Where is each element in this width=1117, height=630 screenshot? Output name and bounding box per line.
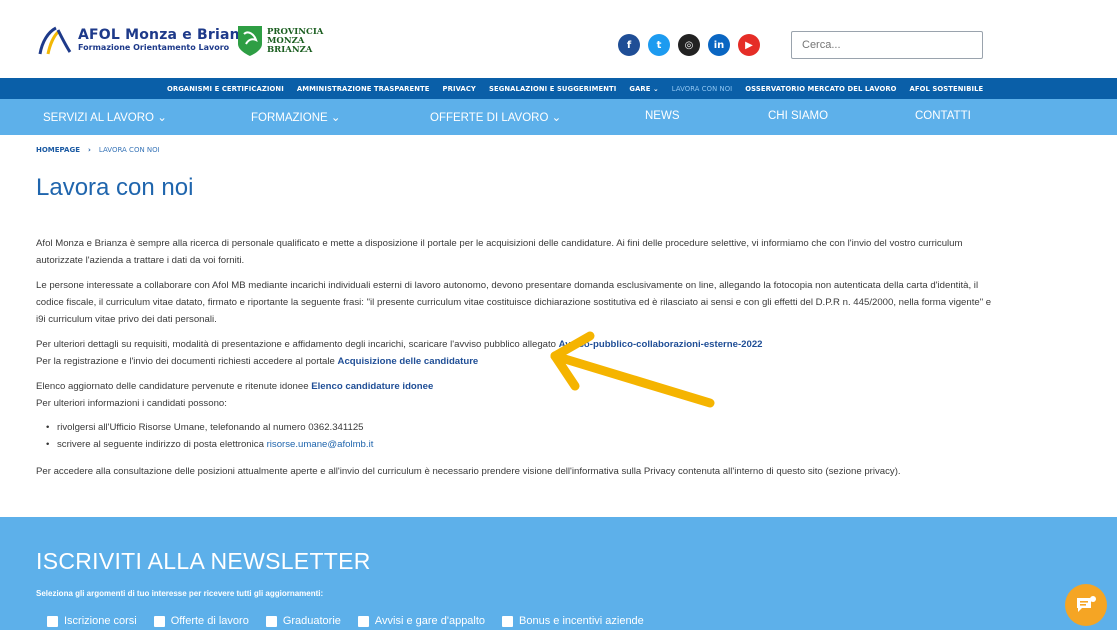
province-shield-icon xyxy=(238,26,262,56)
youtube-icon[interactable]: ▶ xyxy=(738,34,760,56)
chevron-down-icon: ⌄ xyxy=(330,112,341,124)
twitter-icon[interactable]: t xyxy=(648,34,670,56)
newsletter-option[interactable]: Graduatorie xyxy=(265,615,341,627)
province-logo-line3: BRIANZA xyxy=(267,44,313,55)
checkbox[interactable] xyxy=(357,615,369,627)
logo-title: AFOL Monza e Brianza xyxy=(78,27,258,43)
chat-button[interactable] xyxy=(1065,584,1107,626)
avviso-text: Per ulteriori dettagli su requisiti, mod… xyxy=(36,339,559,350)
privacy-paragraph: Per accedere alla consultazione delle po… xyxy=(36,466,901,477)
instagram-glyph: ◎ xyxy=(684,39,694,51)
list-item: rivolgersi all'Ufficio Risorse Umane, te… xyxy=(46,419,996,436)
breadcrumb-separator-icon: › xyxy=(88,146,91,154)
option-label: Bonus e incentivi aziende xyxy=(519,615,644,627)
links-paragraph: Per ulteriori dettagli su requisiti, mod… xyxy=(36,336,996,370)
contact-list: rivolgersi all'Ufficio Risorse Umane, te… xyxy=(46,419,996,453)
checkbox[interactable] xyxy=(265,615,277,627)
youtube-glyph: ▶ xyxy=(745,39,753,51)
main-nav: SERVIZI AL LAVORO ⌄ FORMAZIONE ⌄ OFFERTE… xyxy=(0,99,1117,135)
topnav-osservatorio[interactable]: OSSERVATORIO MERCATO DEL LAVORO xyxy=(745,85,896,93)
breadcrumb: HOMEPAGE › LAVORA CON NOI xyxy=(36,146,160,154)
elenco-paragraph: Elenco aggiornato delle candidature perv… xyxy=(36,378,996,412)
facebook-glyph: f xyxy=(626,39,632,51)
province-logo[interactable]: PROVINCIA MONZA BRIANZA xyxy=(236,24,323,58)
newsletter-section: ISCRIVITI ALLA NEWSLETTER Seleziona gli … xyxy=(0,517,1117,630)
chevron-down-icon: ⌄ xyxy=(652,84,659,93)
main-content: Afol Monza e Brianza è sempre alla ricer… xyxy=(36,235,996,488)
mainnav-servizi[interactable]: SERVIZI AL LAVORO ⌄ xyxy=(43,110,167,124)
breadcrumb-home[interactable]: HOMEPAGE xyxy=(36,146,80,154)
social-links: f t ◎ in ▶ xyxy=(618,34,760,56)
mainnav-offerte[interactable]: OFFERTE DI LAVORO ⌄ xyxy=(430,110,561,124)
elenco-text: Elenco aggiornato delle candidature perv… xyxy=(36,381,312,392)
mainnav-formazione[interactable]: FORMAZIONE ⌄ xyxy=(251,110,341,124)
topnav-amministrazione[interactable]: AMMINISTRAZIONE TRASPARENTE xyxy=(297,85,430,93)
acquisizione-candidature-link[interactable]: Acquisizione delle candidature xyxy=(338,356,479,367)
mainnav-chi-siamo[interactable]: CHI SIAMO xyxy=(768,110,828,122)
email-link[interactable]: risorse.umane@afolmb.it xyxy=(267,439,374,450)
instagram-icon[interactable]: ◎ xyxy=(678,34,700,56)
linkedin-glyph: in xyxy=(713,39,725,51)
mainnav-offerte-label: OFFERTE DI LAVORO xyxy=(430,112,549,124)
afol-logo-mark-icon xyxy=(38,26,72,55)
newsletter-options: Iscrizione corsi Offerte di lavoro Gradu… xyxy=(47,615,644,627)
topnav-gare-label: GARE xyxy=(629,84,651,93)
email-text: scrivere al seguente indirizzo di posta … xyxy=(57,439,267,450)
afol-logo[interactable]: AFOL Monza e Brianza Formazione Orientam… xyxy=(36,24,258,56)
chat-icon xyxy=(1077,596,1096,612)
option-label: Iscrizione corsi xyxy=(64,615,137,627)
option-label: Offerte di lavoro xyxy=(170,615,249,627)
list-item: scrivere al seguente indirizzo di posta … xyxy=(46,436,996,453)
search-input[interactable] xyxy=(791,31,983,59)
page-title: Lavora con noi xyxy=(36,174,194,201)
newsletter-option[interactable]: Bonus e incentivi aziende xyxy=(502,615,644,627)
topnav-segnalazioni[interactable]: SEGNALAZIONI E SUGGERIMENTI xyxy=(489,85,616,93)
portal-text: Per la registrazione e l'invio dei docum… xyxy=(36,356,338,367)
newsletter-option[interactable]: Offerte di lavoro xyxy=(153,615,249,627)
option-label: Avvisi e gare d'appalto xyxy=(374,615,486,627)
top-nav: ORGANISMI E CERTIFICAZIONI AMMINISTRAZIO… xyxy=(0,78,1117,99)
info-text: Per ulteriori informazioni i candidati p… xyxy=(36,398,227,409)
elenco-candidature-link[interactable]: Elenco candidature idonee xyxy=(311,381,433,392)
option-label: Graduatorie xyxy=(282,615,341,627)
topnav-afol-sostenibile[interactable]: AFOL SOSTENIBILE xyxy=(910,85,984,93)
intro-paragraph: Afol Monza e Brianza è sempre alla ricer… xyxy=(36,238,963,266)
linkedin-icon[interactable]: in xyxy=(708,34,730,56)
newsletter-option[interactable]: Avvisi e gare d'appalto xyxy=(357,615,486,627)
avviso-link[interactable]: Avviso-pubblico-collaborazioni-esterne-2… xyxy=(559,339,763,350)
topnav-organismi[interactable]: ORGANISMI E CERTIFICAZIONI xyxy=(167,85,284,93)
mainnav-formazione-label: FORMAZIONE xyxy=(251,112,328,124)
breadcrumb-current: LAVORA CON NOI xyxy=(98,146,160,154)
topnav-lavora-con-noi[interactable]: LAVORA CON NOI xyxy=(672,85,732,93)
checkbox[interactable] xyxy=(502,615,514,627)
mainnav-contatti[interactable]: CONTATTI xyxy=(915,110,971,122)
checkbox[interactable] xyxy=(47,615,58,627)
chevron-down-icon: ⌄ xyxy=(157,112,167,124)
newsletter-title: ISCRIVITI ALLA NEWSLETTER xyxy=(36,548,371,574)
mainnav-news[interactable]: NEWS xyxy=(645,110,680,122)
topnav-privacy[interactable]: PRIVACY xyxy=(443,85,476,93)
site-header: AFOL Monza e Brianza Formazione Orientam… xyxy=(0,0,1117,78)
chevron-down-icon: ⌄ xyxy=(551,112,562,124)
facebook-icon[interactable]: f xyxy=(618,34,640,56)
mainnav-servizi-label: SERVIZI AL LAVORO xyxy=(43,112,154,124)
topnav-gare[interactable]: GARE ⌄ xyxy=(629,85,658,93)
newsletter-option[interactable]: Iscrizione corsi xyxy=(47,615,137,627)
checkbox[interactable] xyxy=(153,615,165,627)
newsletter-subtitle: Seleziona gli argomenti di tuo interesse… xyxy=(36,589,324,598)
requirements-paragraph: Le persone interessate a collaborare con… xyxy=(36,280,992,325)
logo-subtitle: Formazione Orientamento Lavoro xyxy=(78,43,230,52)
twitter-glyph: t xyxy=(656,39,662,51)
